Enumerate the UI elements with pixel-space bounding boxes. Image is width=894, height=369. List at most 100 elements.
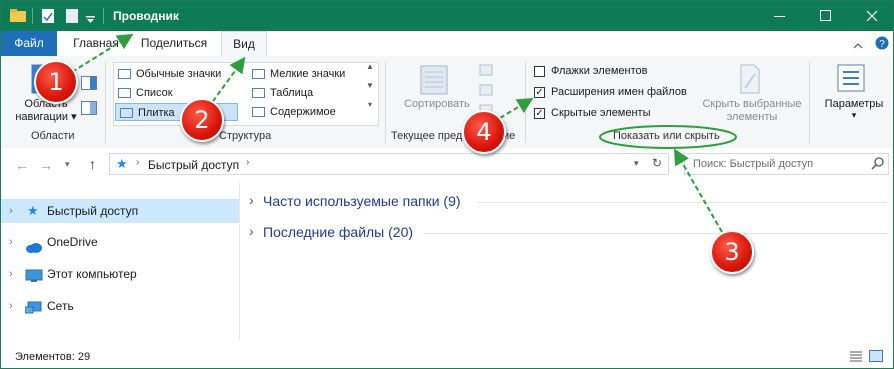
search-icon[interactable] bbox=[871, 156, 885, 170]
up-icon[interactable]: ↑ bbox=[89, 156, 96, 172]
small-icons-icon bbox=[252, 69, 265, 79]
search-input[interactable]: Поиск: Быстрый доступ bbox=[684, 153, 889, 175]
section-recent-files[interactable]: Последние файлы (20) bbox=[263, 224, 413, 240]
marker-4: 4 bbox=[462, 110, 506, 154]
content-area: › Часто используемые папки (9) › Последн… bbox=[241, 183, 893, 340]
maximize-button[interactable] bbox=[803, 1, 849, 31]
new-folder-icon[interactable] bbox=[65, 8, 79, 24]
qat-separator bbox=[32, 8, 33, 24]
tab-share[interactable]: Поделиться bbox=[133, 31, 215, 56]
expand-chevron-icon[interactable]: › bbox=[9, 262, 13, 286]
network-icon bbox=[24, 299, 43, 314]
star-icon: ★ bbox=[116, 156, 128, 171]
section-chevron-icon[interactable]: › bbox=[249, 192, 254, 208]
nav-item-label: Этот компьютер bbox=[47, 267, 137, 281]
tab-file[interactable]: Файл bbox=[1, 31, 57, 56]
qat-dropdown-icon[interactable] bbox=[86, 13, 95, 23]
ribbon-tabs: Файл Главная Поделиться Вид ? bbox=[1, 31, 893, 57]
section-chevron-icon[interactable]: › bbox=[249, 223, 254, 239]
star-icon: ★ bbox=[27, 203, 39, 218]
nav-item-label: Быстрый доступ bbox=[47, 204, 139, 218]
tab-home[interactable]: Главная bbox=[63, 31, 129, 56]
group-divider bbox=[385, 61, 386, 143]
ribbon: Область навигации ▾ Области Обычные знач… bbox=[1, 56, 893, 149]
expand-chevron-icon[interactable]: › bbox=[9, 294, 13, 318]
item-checkboxes-checkbox[interactable] bbox=[534, 66, 545, 77]
section-divider bbox=[423, 233, 887, 234]
details-icon bbox=[252, 88, 265, 98]
sort-button[interactable]: Сортировать bbox=[404, 98, 470, 110]
computer-icon bbox=[25, 267, 43, 282]
layout-list[interactable]: Список bbox=[114, 84, 244, 102]
areas-group-label: Области bbox=[31, 130, 75, 142]
nav-item-this-pc[interactable]: › Этот компьютер bbox=[1, 262, 239, 286]
large-icons-icon bbox=[118, 69, 131, 79]
section-divider bbox=[477, 202, 887, 203]
layout-content[interactable]: Содержимое bbox=[248, 103, 374, 121]
minimize-ribbon-icon[interactable] bbox=[853, 39, 863, 49]
layout-large-icons[interactable]: Обычные значки bbox=[114, 65, 244, 83]
nav-item-onedrive[interactable]: › OneDrive bbox=[1, 230, 239, 254]
group-by-icon[interactable] bbox=[479, 64, 499, 76]
hidden-items-checkbox[interactable]: ✓ bbox=[534, 108, 545, 119]
help-icon[interactable]: ? bbox=[875, 36, 889, 50]
scroll-down-icon[interactable]: ▼ bbox=[363, 81, 377, 91]
refresh-icon[interactable]: ↻ bbox=[652, 156, 662, 170]
address-box[interactable]: ★ › Быстрый доступ › ▾ ↻ bbox=[109, 153, 669, 175]
tab-view[interactable]: Вид bbox=[221, 31, 267, 56]
layout-details[interactable]: Таблица bbox=[248, 84, 374, 102]
list-icon bbox=[118, 88, 131, 98]
item-count: Элементов: 29 bbox=[15, 351, 91, 363]
marker-3: 3 bbox=[710, 230, 754, 274]
hidden-items-label: Скрытые элементы bbox=[551, 107, 651, 119]
expand-chevron-icon[interactable]: › bbox=[9, 199, 13, 223]
breadcrumb-quick-access[interactable]: Быстрый доступ bbox=[148, 158, 239, 172]
hide-selected-button[interactable]: Скрыть выбранные элементы bbox=[697, 98, 807, 124]
content-icon bbox=[252, 107, 265, 117]
recent-locations-icon[interactable]: ▾ bbox=[65, 159, 70, 170]
large-icons-view-icon[interactable] bbox=[869, 350, 883, 362]
show-hide-group-label: Показать или скрыть bbox=[613, 130, 720, 142]
layout-group-label: Структура bbox=[219, 130, 272, 142]
hide-selected-line1: Скрыть выбранные bbox=[702, 98, 802, 110]
options-button[interactable]: Параметры ▾ bbox=[821, 98, 887, 121]
options-label: Параметры bbox=[824, 98, 884, 110]
gallery-more-icon[interactable]: ▾ bbox=[363, 100, 377, 110]
close-button[interactable] bbox=[849, 1, 893, 31]
file-extensions-label: Расширения имен файлов bbox=[551, 86, 687, 98]
nav-item-quick-access[interactable]: › ★ Быстрый доступ bbox=[1, 199, 239, 223]
nav-item-label: OneDrive bbox=[47, 235, 98, 249]
address-bar-row: ← → ▾ ↑ ★ › Быстрый доступ › ▾ ↻ Поиск: … bbox=[1, 148, 893, 180]
options-icon bbox=[837, 64, 865, 92]
layout-small-icons[interactable]: Мелкие значки bbox=[248, 65, 374, 83]
address-dropdown-icon[interactable]: ▾ bbox=[634, 158, 639, 169]
cloud-icon bbox=[25, 237, 43, 253]
scroll-up-icon[interactable]: ▲ bbox=[363, 62, 377, 72]
hide-selected-icon bbox=[738, 64, 762, 94]
marker-2: 2 bbox=[180, 98, 224, 142]
properties-icon[interactable] bbox=[41, 8, 55, 24]
details-view-icon[interactable] bbox=[849, 350, 863, 362]
breadcrumb-chevron-icon[interactable]: › bbox=[136, 157, 139, 168]
nav-item-network[interactable]: › Сеть bbox=[1, 294, 239, 318]
minimize-button[interactable] bbox=[757, 1, 803, 31]
tiles-icon bbox=[120, 108, 133, 118]
hide-selected-line2: элементы bbox=[726, 111, 778, 123]
details-pane-icon[interactable] bbox=[81, 101, 97, 115]
folder-icon bbox=[10, 9, 26, 22]
section-frequent-folders[interactable]: Часто используемые папки (9) bbox=[263, 193, 461, 209]
back-icon[interactable]: ← bbox=[15, 157, 29, 173]
title-separator bbox=[103, 8, 104, 24]
gallery-scroll[interactable]: ▲ ▼ ▾ bbox=[363, 62, 377, 126]
nav-item-label: Сеть bbox=[47, 299, 74, 313]
expand-chevron-icon[interactable]: › bbox=[9, 230, 13, 254]
preview-pane-icon[interactable] bbox=[81, 76, 97, 90]
add-columns-icon[interactable] bbox=[479, 84, 499, 96]
breadcrumb-chevron-icon[interactable]: › bbox=[246, 157, 249, 168]
group-divider bbox=[105, 61, 106, 143]
search-placeholder: Поиск: Быстрый доступ bbox=[693, 158, 814, 170]
forward-icon[interactable]: → bbox=[39, 157, 53, 173]
file-extensions-checkbox[interactable]: ✓ bbox=[534, 87, 545, 98]
pane-splitter[interactable] bbox=[239, 183, 240, 340]
group-divider bbox=[525, 61, 526, 143]
